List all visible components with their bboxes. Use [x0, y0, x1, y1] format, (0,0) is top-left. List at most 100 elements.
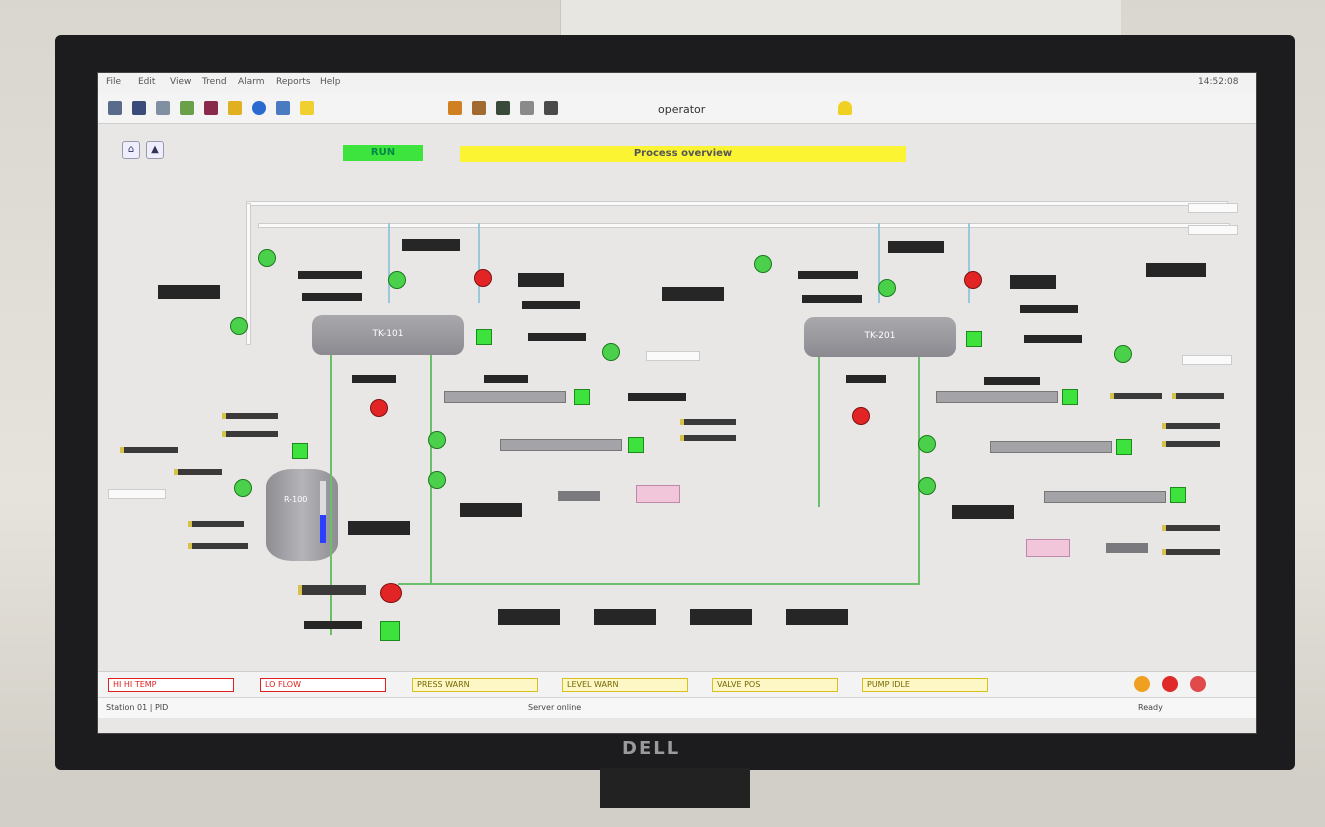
tag-display [680, 435, 736, 441]
menu-view[interactable]: View [170, 77, 191, 87]
output-4 [646, 351, 700, 361]
tag-display [1162, 549, 1220, 555]
tag-display [846, 375, 886, 383]
horn-icon[interactable] [1134, 676, 1150, 692]
alarm-item[interactable]: VALVE POS [712, 678, 838, 692]
grid-icon[interactable] [544, 101, 558, 115]
tag-display [1162, 525, 1220, 531]
alarm-item[interactable]: LO FLOW [260, 678, 386, 692]
pump-p3[interactable] [388, 271, 406, 289]
heat-exchanger-3[interactable] [936, 391, 1058, 403]
lock-icon[interactable] [838, 101, 852, 115]
tag-display [522, 301, 580, 309]
tag-display [628, 393, 686, 401]
back-icon[interactable] [108, 101, 122, 115]
tag-display [222, 413, 278, 419]
reactor-vessel[interactable]: R-100 [266, 469, 338, 561]
tag-display [188, 521, 244, 527]
home-icon[interactable]: ⌂ [122, 141, 140, 159]
folder-icon[interactable] [228, 101, 242, 115]
tag-display [348, 521, 410, 535]
pipe-g-bottom [398, 583, 920, 585]
vessel-label: R-100 [284, 495, 308, 504]
valve-v2[interactable] [574, 389, 590, 405]
pump-p16-stopped[interactable] [852, 407, 870, 425]
tag-display [222, 431, 278, 437]
tank-tk201-label: TK-201 [864, 331, 896, 341]
heat-exchanger-2[interactable] [500, 439, 622, 451]
nav-up-icon[interactable]: ▲ [146, 141, 164, 159]
alarm-ack-icon[interactable] [1162, 676, 1178, 692]
pump-p11[interactable] [918, 435, 936, 453]
alarm-item[interactable]: LEVEL WARN [562, 678, 688, 692]
pump-p15-stopped[interactable] [964, 271, 982, 289]
screen-icon[interactable] [276, 101, 290, 115]
pump-p6[interactable] [428, 471, 446, 489]
menu-reports[interactable]: Reports [276, 77, 311, 87]
vessel-level-fill [320, 515, 326, 543]
user-label: operator [658, 103, 706, 116]
pump-p10[interactable] [1114, 345, 1132, 363]
pump-p9[interactable] [878, 279, 896, 297]
alarm-icon[interactable] [204, 101, 218, 115]
alarm-silence-icon[interactable] [1190, 676, 1206, 692]
status-message: Process overview [460, 146, 906, 162]
trend-icon[interactable] [180, 101, 194, 115]
pump-p5[interactable] [428, 431, 446, 449]
pump-p13-stopped[interactable] [474, 269, 492, 287]
output-1 [1188, 203, 1238, 213]
vessel-level-track [320, 481, 326, 543]
tag-display [1110, 393, 1162, 399]
tag-display [298, 271, 362, 279]
menu-file[interactable]: File [106, 77, 121, 87]
tank-tk201[interactable]: TK-201 [804, 317, 956, 357]
tools-icon[interactable] [472, 101, 486, 115]
tag-display [984, 377, 1040, 385]
menu-alarm[interactable]: Alarm [238, 77, 264, 87]
valve-v4[interactable] [966, 331, 982, 347]
valve-v7[interactable] [1170, 487, 1186, 503]
menu-edit[interactable]: Edit [138, 77, 155, 87]
pump-p2[interactable] [230, 317, 248, 335]
pipe-g-3 [818, 357, 820, 507]
tank-tk101[interactable]: TK-101 [312, 315, 464, 355]
tag-display [1010, 275, 1056, 289]
tool-icon[interactable] [448, 101, 462, 115]
pump-p14-stopped[interactable] [370, 399, 388, 417]
menu-help[interactable]: Help [320, 77, 341, 87]
pump-p12[interactable] [918, 477, 936, 495]
valve-v6[interactable] [1116, 439, 1132, 455]
light-icon[interactable] [300, 101, 314, 115]
tag-display [158, 285, 220, 299]
pump-p1[interactable] [258, 249, 276, 267]
heat-exchanger-4[interactable] [990, 441, 1112, 453]
pump-p17-stopped[interactable] [380, 583, 402, 603]
alarm-item[interactable]: HI HI TEMP [108, 678, 234, 692]
sample-point-1[interactable] [636, 485, 680, 503]
valve-v3[interactable] [628, 437, 644, 453]
heat-exchanger-5[interactable] [1044, 491, 1166, 503]
menu-trend[interactable]: Trend [202, 77, 227, 87]
alarm-item[interactable]: PUMP IDLE [862, 678, 988, 692]
globe-icon[interactable] [252, 101, 266, 115]
tag-display [798, 271, 858, 279]
pump-p4[interactable] [602, 343, 620, 361]
print-icon[interactable] [156, 101, 170, 115]
heat-exchanger-1[interactable] [444, 391, 566, 403]
tag-display [352, 375, 396, 383]
tag-display [302, 293, 362, 301]
valve-v8[interactable] [292, 443, 308, 459]
pump-p7[interactable] [234, 479, 252, 497]
save-icon[interactable] [132, 101, 146, 115]
valve-v1[interactable] [476, 329, 492, 345]
scada-screen: File Edit View Trend Alarm Reports Help … [97, 72, 1257, 734]
alarm-item[interactable]: PRESS WARN [412, 678, 538, 692]
document-icon[interactable] [520, 101, 534, 115]
pump-p8[interactable] [754, 255, 772, 273]
status-center: Server online [528, 703, 582, 712]
valve-v5[interactable] [1062, 389, 1078, 405]
valve-v9[interactable] [380, 621, 400, 641]
alarm-bar: HI HI TEMP LO FLOW PRESS WARN LEVEL WARN… [98, 671, 1256, 698]
sample-point-2[interactable] [1026, 539, 1070, 557]
monitor-icon[interactable] [496, 101, 510, 115]
